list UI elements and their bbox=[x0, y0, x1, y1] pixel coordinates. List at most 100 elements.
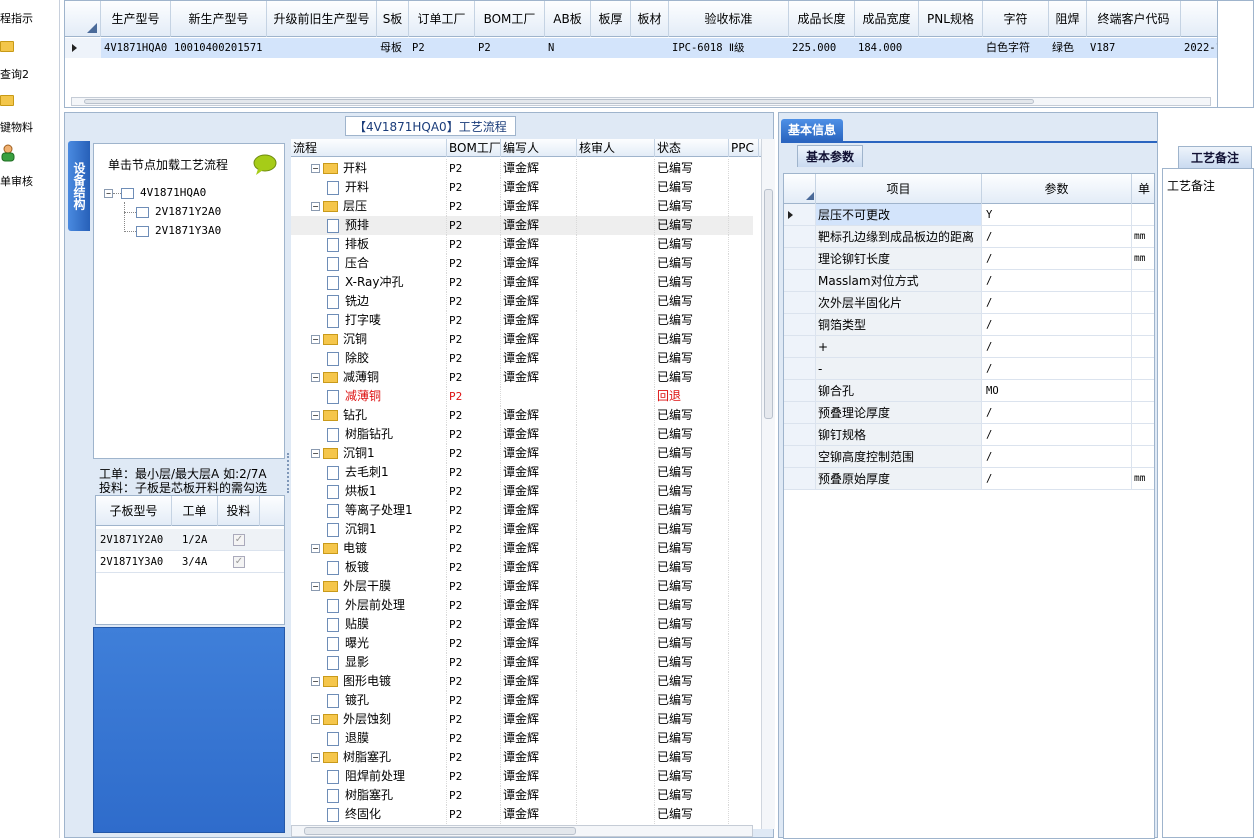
nav-item-process-guide[interactable]: 程指示 bbox=[0, 10, 60, 26]
collapse-icon[interactable]: − bbox=[311, 753, 320, 762]
cell-param-item[interactable]: 铆合孔 bbox=[816, 380, 982, 402]
cell-bom-factory[interactable]: P2 bbox=[449, 767, 501, 786]
cell-reviewer[interactable] bbox=[579, 406, 655, 425]
col-header[interactable]: 投料 bbox=[218, 496, 260, 526]
cell-process-name[interactable]: − 层压 bbox=[291, 197, 447, 216]
col-header[interactable]: S板 bbox=[377, 1, 409, 37]
cell-material[interactable] bbox=[631, 38, 669, 58]
cell-reviewer[interactable] bbox=[579, 197, 655, 216]
table-row[interactable]: − 层压 P2 谭金辉 已编写 bbox=[291, 197, 753, 216]
tab-basic-info[interactable]: 基本信息 bbox=[781, 119, 844, 141]
cell-writer[interactable] bbox=[503, 387, 577, 406]
cell-reviewer[interactable] bbox=[579, 672, 655, 691]
cell-bom-factory[interactable]: P2 bbox=[449, 672, 501, 691]
cell-reviewer[interactable] bbox=[579, 273, 655, 292]
cell-writer[interactable]: 谭金辉 bbox=[503, 729, 577, 748]
table-row[interactable]: 曝光 P2 谭金辉 已编写 bbox=[291, 634, 753, 653]
cell-process-name[interactable]: 铣边 bbox=[291, 292, 447, 311]
collapse-icon[interactable]: − bbox=[311, 677, 320, 686]
col-header[interactable]: 核审人 bbox=[577, 139, 655, 157]
table-row[interactable]: 外层前处理 P2 谭金辉 已编写 bbox=[291, 596, 753, 615]
col-header[interactable]: PPC bbox=[729, 139, 759, 157]
cell-reviewer[interactable] bbox=[579, 254, 655, 273]
col-header[interactable]: AB板 bbox=[545, 1, 591, 37]
cell-process-name[interactable]: 去毛刺1 bbox=[291, 463, 447, 482]
collapse-icon[interactable]: − bbox=[311, 373, 320, 382]
cell-reviewer[interactable] bbox=[579, 520, 655, 539]
cell-process-name[interactable]: X-Ray冲孔 bbox=[291, 273, 447, 292]
cell-param-unit[interactable] bbox=[1132, 358, 1154, 380]
cell-status[interactable]: 已编写 bbox=[657, 501, 729, 520]
cell-param-item[interactable]: - bbox=[816, 358, 982, 380]
cell-process-name[interactable]: 树脂钻孔 bbox=[291, 425, 447, 444]
table-row[interactable]: 2V1871Y2A0 1/2A ✓ bbox=[96, 529, 284, 551]
cell-status[interactable]: 已编写 bbox=[657, 748, 729, 767]
cell-param-unit[interactable]: mm bbox=[1132, 468, 1154, 490]
cell-reviewer[interactable] bbox=[579, 577, 655, 596]
cell-status[interactable]: 已编写 bbox=[657, 216, 729, 235]
cell-reviewer[interactable] bbox=[579, 786, 655, 805]
cell-bom-factory[interactable]: P2 bbox=[449, 254, 501, 273]
cell-writer[interactable]: 谭金辉 bbox=[503, 216, 577, 235]
cell-thickness[interactable] bbox=[591, 38, 631, 58]
cell-param-unit[interactable] bbox=[1132, 424, 1154, 446]
table-row[interactable]: 排板 P2 谭金辉 已编写 bbox=[291, 235, 753, 254]
cell-reviewer[interactable] bbox=[579, 311, 655, 330]
col-header[interactable]: 参数 bbox=[982, 174, 1132, 204]
collapse-icon[interactable]: − bbox=[311, 411, 320, 420]
cell-bom-factory[interactable]: P2 bbox=[449, 178, 501, 197]
cell-param-unit[interactable] bbox=[1132, 402, 1154, 424]
cell-reviewer[interactable] bbox=[579, 501, 655, 520]
cell-writer[interactable]: 谭金辉 bbox=[503, 178, 577, 197]
cell-param-item[interactable]: Masslam对位方式 bbox=[816, 270, 982, 292]
cell-customer-code[interactable]: V187 bbox=[1087, 38, 1181, 58]
cell-order[interactable]: 3/4A bbox=[182, 551, 207, 573]
table-row[interactable]: 板镀 P2 谭金辉 已编写 bbox=[291, 558, 753, 577]
table-row[interactable]: − 外层干膜 P2 谭金辉 已编写 bbox=[291, 577, 753, 596]
cell-process-name[interactable]: 贴膜 bbox=[291, 615, 447, 634]
cell-param-item[interactable]: 预叠理论厚度 bbox=[816, 402, 982, 424]
cell-status[interactable]: 已编写 bbox=[657, 634, 729, 653]
table-row[interactable]: Masslam对位方式 / bbox=[784, 270, 1154, 292]
collapse-icon[interactable]: − bbox=[311, 715, 320, 724]
cell-writer[interactable]: 谭金辉 bbox=[503, 406, 577, 425]
cell-reviewer[interactable] bbox=[579, 159, 655, 178]
cell-acceptance[interactable]: IPC-6018 Ⅱ级 bbox=[669, 38, 789, 58]
cell-writer[interactable]: 谭金辉 bbox=[503, 482, 577, 501]
cell-bom-factory[interactable]: P2 bbox=[475, 38, 545, 58]
cell-writer[interactable]: 谭金辉 bbox=[503, 330, 577, 349]
cell-bom-factory[interactable]: P2 bbox=[449, 197, 501, 216]
cell-bom-factory[interactable]: P2 bbox=[449, 387, 501, 406]
cell-writer[interactable]: 谭金辉 bbox=[503, 672, 577, 691]
table-row[interactable]: 理论铆钉长度 / mm bbox=[784, 248, 1154, 270]
table-row[interactable]: 靶标孔边缘到成品板边的距离 / mm bbox=[784, 226, 1154, 248]
cell-param-unit[interactable] bbox=[1132, 446, 1154, 468]
cell-process-name[interactable]: 减薄铜 bbox=[291, 387, 447, 406]
cell-bom-factory[interactable]: P2 bbox=[449, 368, 501, 387]
cell-bom-factory[interactable]: P2 bbox=[449, 520, 501, 539]
cell-reviewer[interactable] bbox=[579, 292, 655, 311]
cell-process-name[interactable]: − 开料 bbox=[291, 159, 447, 178]
cell-process-name[interactable]: 打字唛 bbox=[291, 311, 447, 330]
cell-param-unit[interactable] bbox=[1132, 380, 1154, 402]
tab-process-note[interactable]: 工艺备注 bbox=[1178, 146, 1253, 168]
cell-process-name[interactable]: − 外层蚀刻 bbox=[291, 710, 447, 729]
table-row[interactable]: - / bbox=[784, 358, 1154, 380]
cell-process-name[interactable]: 板镀 bbox=[291, 558, 447, 577]
collapse-icon[interactable]: − bbox=[311, 335, 320, 344]
nav-item-query2-icon-row[interactable] bbox=[0, 38, 60, 56]
cell-writer[interactable]: 谭金辉 bbox=[503, 273, 577, 292]
cell-reviewer[interactable] bbox=[579, 539, 655, 558]
col-header[interactable]: BOM工厂 bbox=[475, 1, 545, 37]
cell-process-name[interactable]: 曝光 bbox=[291, 634, 447, 653]
cell-bom-factory[interactable]: P2 bbox=[449, 330, 501, 349]
cell-reviewer[interactable] bbox=[579, 463, 655, 482]
cell-reviewer[interactable] bbox=[579, 558, 655, 577]
cell-writer[interactable]: 谭金辉 bbox=[503, 558, 577, 577]
cell-bom-factory[interactable]: P2 bbox=[449, 425, 501, 444]
cell-process-name[interactable]: 等离子处理1 bbox=[291, 501, 447, 520]
cell-bom-factory[interactable]: P2 bbox=[449, 463, 501, 482]
tree-child[interactable]: 2V1871Y3A0 bbox=[124, 222, 221, 240]
col-header[interactable]: PNL规格 bbox=[919, 1, 983, 37]
cell-writer[interactable]: 谭金辉 bbox=[503, 691, 577, 710]
